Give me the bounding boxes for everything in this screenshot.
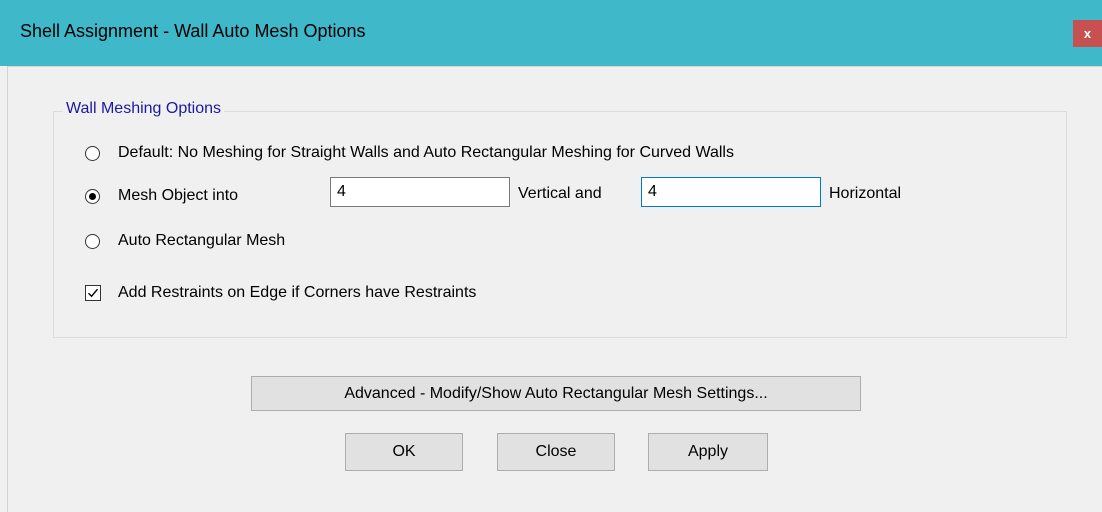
vertical-and-label: Vertical and xyxy=(518,185,602,202)
close-window-button[interactable]: x xyxy=(1073,20,1102,47)
title-bar[interactable]: Shell Assignment - Wall Auto Mesh Option… xyxy=(0,0,1102,66)
add-restraints-label[interactable]: Add Restraints on Edge if Corners have R… xyxy=(118,284,476,302)
mesh-object-label[interactable]: Mesh Object into xyxy=(118,187,238,205)
default-radio[interactable] xyxy=(85,146,100,161)
checkmark-icon xyxy=(88,288,99,298)
default-option-label[interactable]: Default: No Meshing for Straight Walls a… xyxy=(118,144,734,162)
advanced-settings-button[interactable]: Advanced - Modify/Show Auto Rectangular … xyxy=(251,376,861,411)
close-icon: x xyxy=(1083,26,1092,41)
add-restraints-checkbox[interactable] xyxy=(85,285,101,301)
radio-selected-indicator xyxy=(89,193,96,200)
group-title: Wall Meshing Options xyxy=(63,100,225,118)
ok-button[interactable]: OK xyxy=(345,433,463,471)
auto-rectangular-label[interactable]: Auto Rectangular Mesh xyxy=(118,232,285,250)
auto-rectangular-radio[interactable] xyxy=(85,234,100,249)
window-title: Shell Assignment - Wall Auto Mesh Option… xyxy=(20,21,366,41)
horizontal-divisions-input[interactable] xyxy=(641,177,821,207)
dialog-window: Shell Assignment - Wall Auto Mesh Option… xyxy=(0,0,1102,512)
apply-button[interactable]: Apply xyxy=(648,433,768,471)
close-button[interactable]: Close xyxy=(497,433,615,471)
horizontal-label: Horizontal xyxy=(829,185,902,202)
vertical-divisions-input[interactable] xyxy=(330,177,510,207)
mesh-object-radio[interactable] xyxy=(85,189,100,204)
